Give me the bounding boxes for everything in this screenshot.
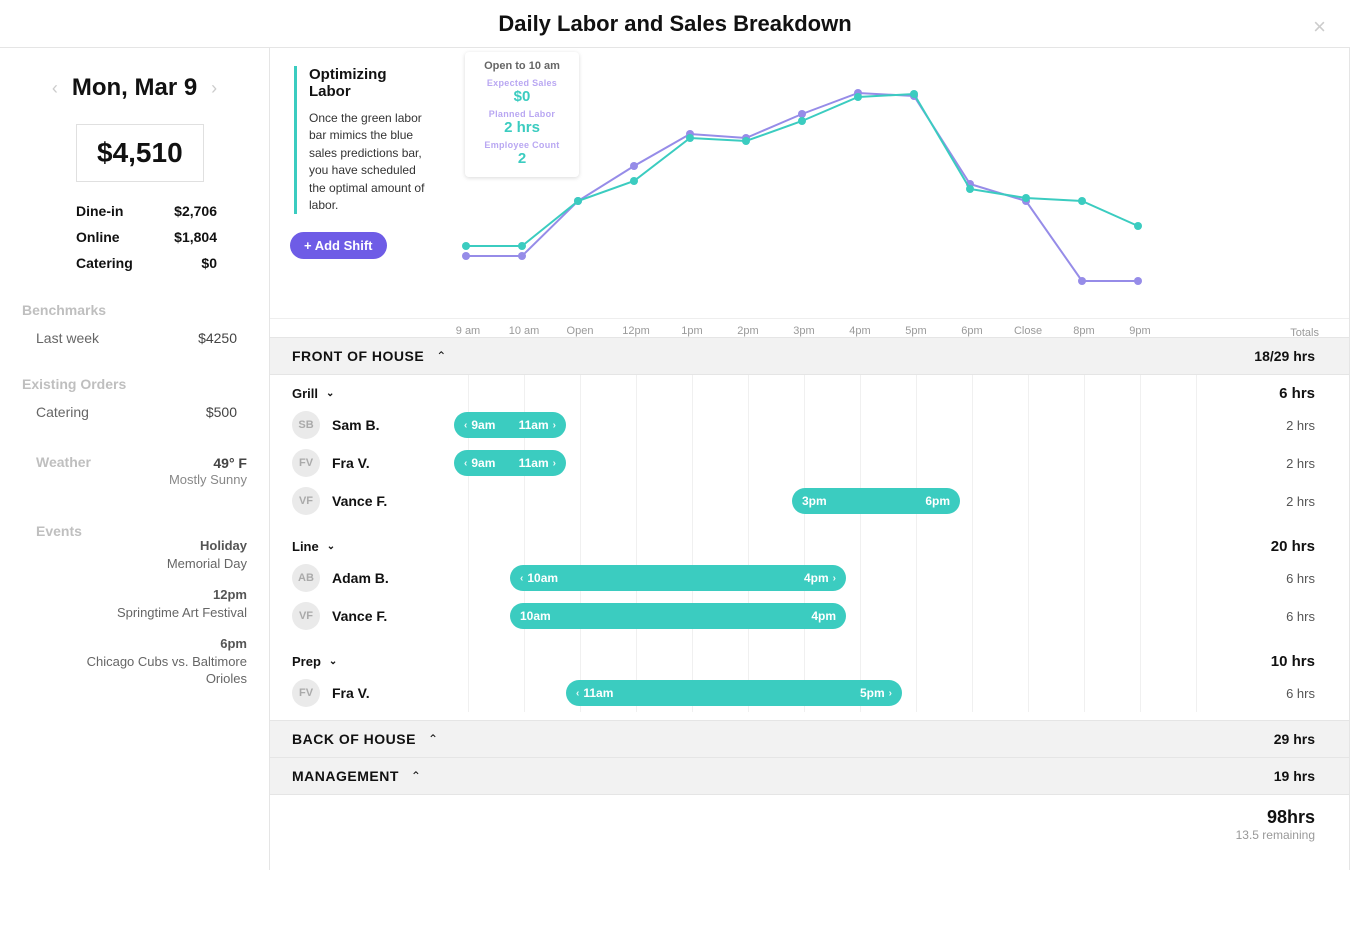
chevron-right-icon[interactable]: › bbox=[553, 420, 556, 431]
mgmt-header[interactable]: MANAGEMENT ⌃ 19 hrs bbox=[270, 758, 1349, 795]
shift-bar[interactable]: 3pm6pm bbox=[792, 488, 960, 514]
existing-orders-title: Existing Orders bbox=[22, 376, 247, 392]
chevron-down-icon[interactable]: ⌄ bbox=[329, 656, 337, 667]
close-icon[interactable]: × bbox=[1313, 14, 1326, 40]
breakdown-catering: Catering$0 bbox=[22, 250, 247, 276]
page-title: Daily Labor and Sales Breakdown bbox=[498, 11, 851, 37]
foh-header[interactable]: FRONT OF HOUSE ⌃ 18/29 hrs bbox=[270, 337, 1349, 375]
total-sales: $4,510 bbox=[76, 124, 204, 182]
current-date: Mon, Mar 9 bbox=[72, 74, 197, 102]
benchmark-last-week: Last week$4250 bbox=[22, 326, 247, 350]
schedule-area: Grill⌄6 hrs SB Sam B. ‹9am11am› 2 hrs FV… bbox=[270, 375, 1349, 712]
events-title: Events bbox=[36, 523, 82, 539]
shift-row: SB Sam B. ‹9am11am› 2 hrs bbox=[270, 406, 1349, 444]
breakdown-dine-in: Dine-in$2,706 bbox=[22, 198, 247, 224]
weather-value: 49° F Mostly Sunny bbox=[169, 454, 247, 489]
role-line[interactable]: Line⌄20 hrs bbox=[270, 528, 1349, 559]
avatar: FV bbox=[292, 679, 320, 707]
prev-day-icon[interactable]: ‹ bbox=[52, 78, 58, 99]
event-item: 6pmChicago Cubs vs. Baltimore Orioles bbox=[82, 635, 247, 688]
chevron-right-icon[interactable]: › bbox=[553, 458, 556, 469]
avatar: AB bbox=[292, 564, 320, 592]
avatar: SB bbox=[292, 411, 320, 439]
weather-row: Weather 49° F Mostly Sunny bbox=[22, 450, 247, 493]
next-day-icon[interactable]: › bbox=[211, 78, 217, 99]
sidebar: ‹ Mon, Mar 9 › $4,510 Dine-in$2,706 Onli… bbox=[0, 48, 270, 870]
top-panel: Optimizing Labor Once the green labor ba… bbox=[270, 48, 1349, 306]
chevron-left-icon[interactable]: ‹ bbox=[464, 458, 467, 469]
shift-row: FV Fra V. ‹11am5pm› 6 hrs bbox=[270, 674, 1349, 712]
event-item: 12pmSpringtime Art Festival bbox=[82, 586, 247, 621]
chevron-left-icon[interactable]: ‹ bbox=[464, 420, 467, 431]
events-list: HolidayMemorial Day 12pmSpringtime Art F… bbox=[82, 523, 247, 688]
chevron-up-icon[interactable]: ⌃ bbox=[436, 349, 446, 363]
chevron-right-icon[interactable]: › bbox=[833, 573, 836, 584]
chevron-right-icon[interactable]: › bbox=[889, 688, 892, 699]
chevron-up-icon[interactable]: ⌃ bbox=[428, 732, 438, 746]
chevron-left-icon[interactable]: ‹ bbox=[520, 573, 523, 584]
chart-tooltip: Open to 10 am Expected Sales $0 Planned … bbox=[465, 52, 579, 177]
summary: 98hrs 13.5 remaining bbox=[270, 795, 1349, 870]
shift-bar[interactable]: 10am4pm bbox=[510, 603, 846, 629]
benchmarks-title: Benchmarks bbox=[22, 302, 247, 318]
chevron-down-icon[interactable]: ⌄ bbox=[327, 541, 335, 552]
role-grill[interactable]: Grill⌄6 hrs bbox=[270, 375, 1349, 406]
breakdown-online: Online$1,804 bbox=[22, 224, 247, 250]
time-axis: 9 am 10 am Open 12pm 1pm 2pm 3pm 4pm 5pm… bbox=[270, 318, 1349, 337]
shift-bar[interactable]: ‹10am4pm› bbox=[510, 565, 846, 591]
employee-name: Fra V. bbox=[332, 685, 440, 701]
optimize-block: Optimizing Labor Once the green labor ba… bbox=[270, 66, 438, 306]
events-row: Events HolidayMemorial Day 12pmSpringtim… bbox=[22, 519, 247, 692]
employee-name: Fra V. bbox=[332, 455, 440, 471]
page-header: Daily Labor and Sales Breakdown × bbox=[0, 0, 1350, 48]
event-item: HolidayMemorial Day bbox=[82, 537, 247, 572]
shift-bar[interactable]: ‹11am5pm› bbox=[566, 680, 902, 706]
optimize-desc: Once the green labor bar mimics the blue… bbox=[309, 110, 426, 214]
role-prep[interactable]: Prep⌄10 hrs bbox=[270, 643, 1349, 674]
totals-column-label: Totals bbox=[1290, 327, 1319, 339]
employee-name: Sam B. bbox=[332, 417, 440, 433]
existing-catering: Catering$500 bbox=[22, 400, 247, 424]
optimize-title: Optimizing Labor bbox=[309, 66, 426, 100]
shift-row: AB Adam B. ‹10am4pm› 6 hrs bbox=[270, 559, 1349, 597]
employee-name: Adam B. bbox=[332, 570, 440, 586]
chevron-down-icon[interactable]: ⌄ bbox=[326, 388, 334, 399]
boh-header[interactable]: BACK OF HOUSE ⌃ 29 hrs bbox=[270, 720, 1349, 758]
avatar: VF bbox=[292, 602, 320, 630]
date-picker: ‹ Mon, Mar 9 › bbox=[22, 74, 247, 102]
avatar: VF bbox=[292, 487, 320, 515]
shift-row: VF Vance F. 3pm6pm 2 hrs bbox=[270, 482, 1349, 520]
chevron-up-icon[interactable]: ⌃ bbox=[411, 769, 421, 783]
main-container: ‹ Mon, Mar 9 › $4,510 Dine-in$2,706 Onli… bbox=[0, 48, 1350, 870]
chevron-left-icon[interactable]: ‹ bbox=[576, 688, 579, 699]
employee-name: Vance F. bbox=[332, 493, 440, 509]
shift-row: FV Fra V. ‹9am11am› 2 hrs bbox=[270, 444, 1349, 482]
shift-bar[interactable]: ‹9am11am› bbox=[454, 412, 566, 438]
weather-title: Weather bbox=[36, 454, 91, 470]
chart: Open to 10 am Expected Sales $0 Planned … bbox=[438, 66, 1337, 306]
main-panel: Optimizing Labor Once the green labor ba… bbox=[270, 48, 1350, 870]
employee-name: Vance F. bbox=[332, 608, 440, 624]
shift-row: VF Vance F. 10am4pm 6 hrs bbox=[270, 597, 1349, 635]
shift-bar[interactable]: ‹9am11am› bbox=[454, 450, 566, 476]
avatar: FV bbox=[292, 449, 320, 477]
add-shift-button[interactable]: + Add Shift bbox=[290, 232, 387, 259]
